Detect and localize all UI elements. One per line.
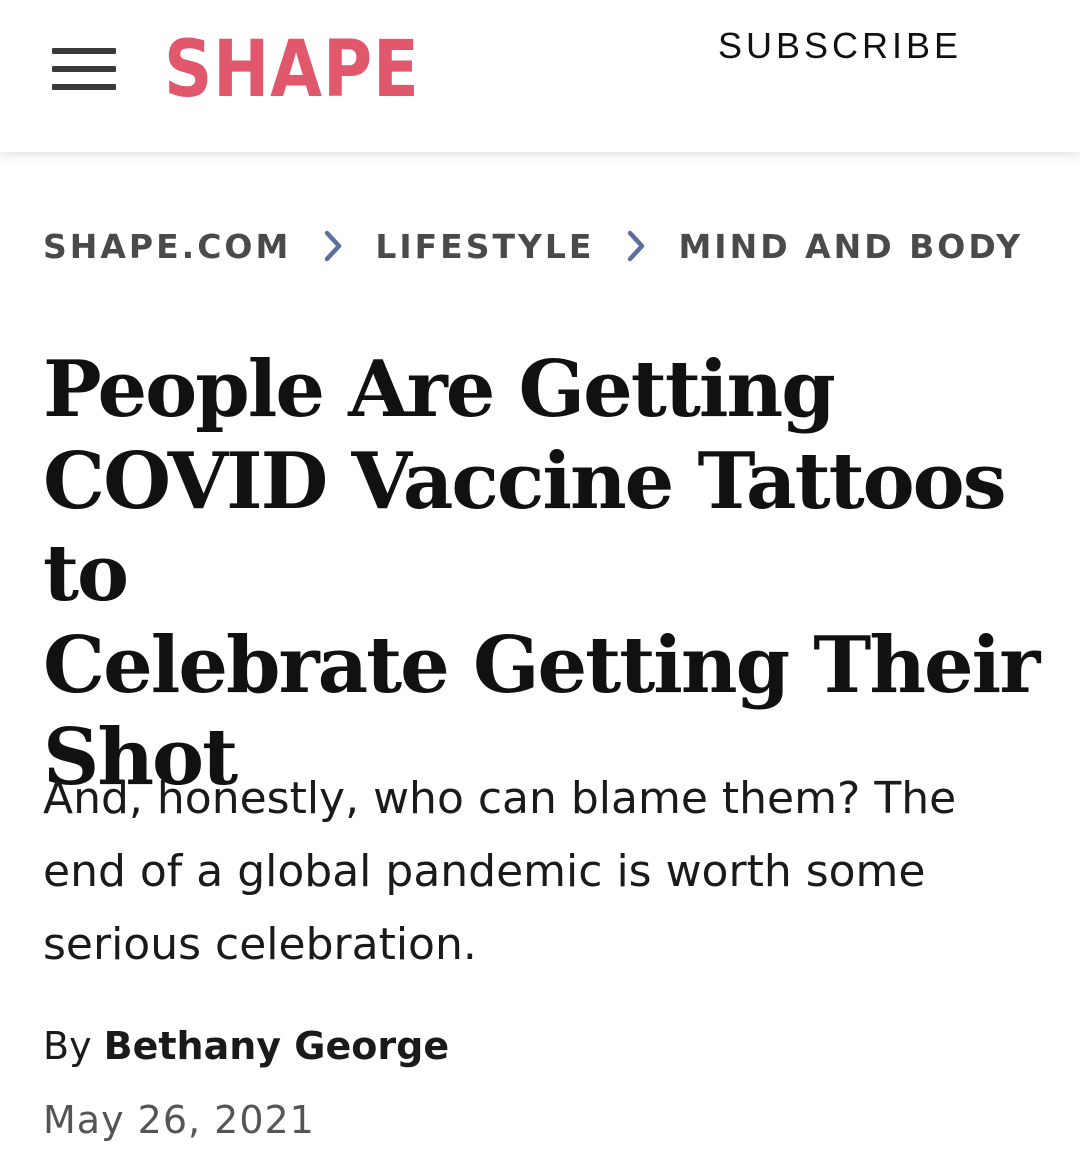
chevron-right-icon [616, 230, 656, 262]
hamburger-menu-icon[interactable] [52, 48, 116, 94]
menu-bar [52, 48, 116, 54]
dek-line: And, honestly, who can blame them? The [43, 773, 957, 824]
shape-logo[interactable]: SHAPE [164, 22, 420, 118]
chevron-right-icon [313, 230, 353, 262]
headline-line: COVID Vaccine Tattoos to [43, 436, 1007, 619]
article-headline: People Are Getting COVID Vaccine Tattoos… [43, 344, 1053, 804]
menu-bar [52, 84, 116, 90]
breadcrumb: SHAPE.COM LIFESTYLE MIND AND BODY [43, 222, 1023, 270]
breadcrumb-item-lifestyle[interactable]: LIFESTYLE [375, 227, 594, 266]
byline-prefix: By [43, 1024, 92, 1068]
dek-line: serious celebration. [43, 919, 477, 970]
menu-bar [52, 66, 116, 72]
headline-line: People Are Getting [43, 344, 836, 435]
article-dek: And, honestly, who can blame them? The e… [43, 762, 1043, 981]
breadcrumb-item-shape-com[interactable]: SHAPE.COM [43, 227, 291, 266]
headline-line: Celebrate Getting Their [43, 620, 1040, 711]
subscribe-link[interactable]: SUBSCRIBE [718, 24, 962, 68]
publish-date: May 26, 2021 [43, 1098, 315, 1142]
site-header: SHAPE SUBSCRIBE [0, 0, 1080, 152]
byline: By Bethany George [43, 1020, 449, 1072]
author-link[interactable]: Bethany George [104, 1024, 449, 1068]
breadcrumb-item-mind-and-body[interactable]: MIND AND BODY [678, 227, 1023, 266]
dek-line: end of a global pandemic is worth some [43, 846, 926, 897]
